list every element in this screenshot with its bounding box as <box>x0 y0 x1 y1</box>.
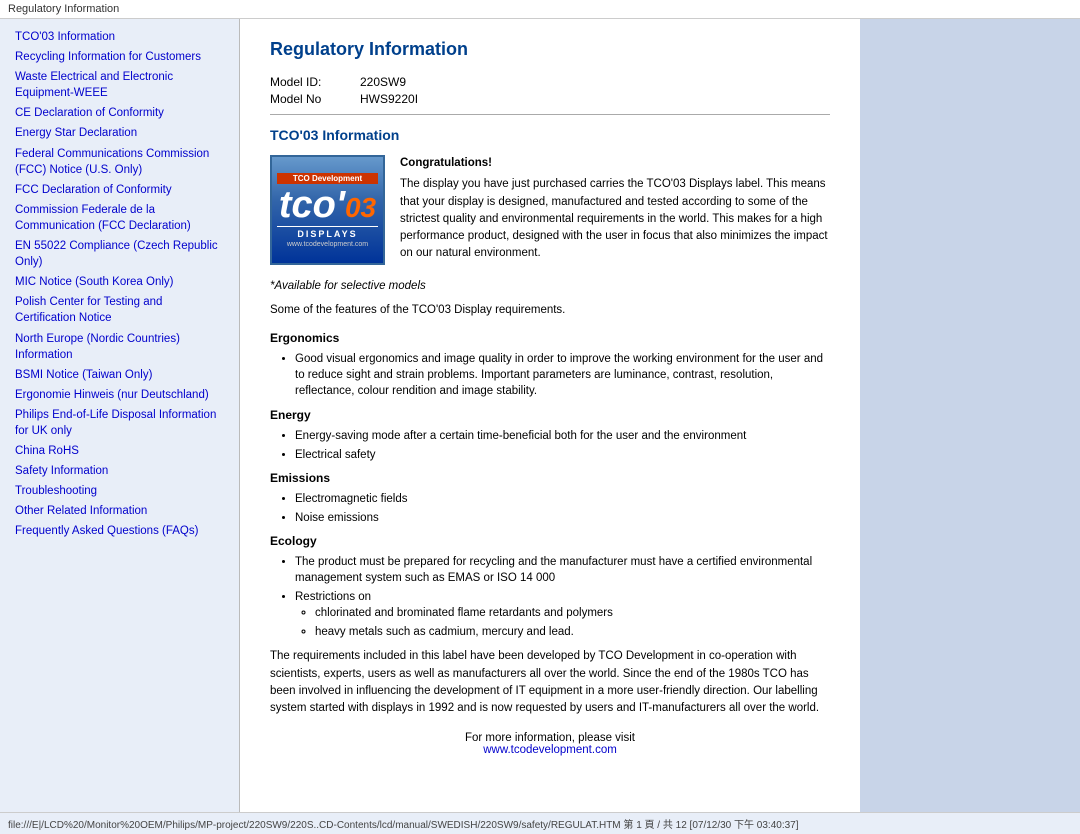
ergonomics-title: Ergonomics <box>270 331 830 345</box>
sidebar-item-bsmi[interactable]: BSMI Notice (Taiwan Only) <box>15 367 224 383</box>
sidebar-item-tco03[interactable]: TCO'03 Information <box>15 29 224 45</box>
footer-text: file:///E|/LCD%20/Monitor%20OEM/Philips/… <box>8 820 799 831</box>
title-bar: Regulatory Information <box>0 0 1080 19</box>
divider <box>270 114 830 115</box>
tco-logo: TCO Development tco' 03 DISPLAYS www.tco… <box>270 155 385 265</box>
model-info: Model ID: 220SW9 Model No HWS9220I <box>270 75 830 106</box>
content-area: Regulatory Information Model ID: 220SW9 … <box>240 19 860 819</box>
tco-logo-url: www.tcodevelopment.com <box>287 241 368 248</box>
tco-logo-displays: DISPLAYS <box>277 226 378 239</box>
energy-list: Energy-saving mode after a certain time-… <box>295 428 830 463</box>
ecology-sub-item-2: heavy metals such as cadmium, mercury an… <box>315 624 830 640</box>
available-note: *Available for selective models <box>270 280 830 292</box>
emissions-title: Emissions <box>270 471 830 485</box>
energy-title: Energy <box>270 408 830 422</box>
footer-bar: file:///E|/LCD%20/Monitor%20OEM/Philips/… <box>0 812 1080 834</box>
congratulations-text: The display you have just purchased carr… <box>400 176 830 262</box>
for-more-section: For more information, please visit www.t… <box>270 732 830 756</box>
sidebar-item-fcc[interactable]: Federal Communications Commission (FCC) … <box>15 146 224 178</box>
sidebar-item-en55022[interactable]: EN 55022 Compliance (Czech Republic Only… <box>15 238 224 270</box>
model-id-value: 220SW9 <box>360 75 406 89</box>
ecology-sub-item-1: chlorinated and brominated flame retarda… <box>315 605 830 621</box>
sidebar-item-ce[interactable]: CE Declaration of Conformity <box>15 105 224 121</box>
model-no-value: HWS9220I <box>360 92 418 106</box>
sidebar-item-fcc-declaration[interactable]: FCC Declaration of Conformity <box>15 182 224 198</box>
ecology-sub-list: chlorinated and brominated flame retarda… <box>315 605 830 640</box>
tco-logo-top: TCO Development <box>277 173 378 184</box>
for-more-label: For more information, please visit <box>270 732 830 744</box>
ecology-item-2-text: Restrictions on <box>295 591 371 603</box>
sidebar-item-safety[interactable]: Safety Information <box>15 463 224 479</box>
tco-logo-main: tco' <box>279 186 345 224</box>
sidebar-item-philips[interactable]: Philips End-of-Life Disposal Information… <box>15 407 224 439</box>
ecology-item-2: Restrictions on chlorinated and brominat… <box>295 589 830 640</box>
sidebar-item-faq[interactable]: Frequently Asked Questions (FAQs) <box>15 523 224 539</box>
tco-description: Congratulations! The display you have ju… <box>400 155 830 265</box>
sidebar-item-energy-star[interactable]: Energy Star Declaration <box>15 125 224 141</box>
energy-item-1: Energy-saving mode after a certain time-… <box>295 428 830 444</box>
tco-logo-year: 03 <box>345 192 376 224</box>
tco-dev-text: The requirements included in this label … <box>270 648 830 717</box>
sidebar-item-north-europe[interactable]: North Europe (Nordic Countries) Informat… <box>15 331 224 363</box>
sidebar-item-commission-fed[interactable]: Commission Federale de la Communication … <box>15 202 224 234</box>
tco-info-box: TCO Development tco' 03 DISPLAYS www.tco… <box>270 155 830 265</box>
page-title: Regulatory Information <box>270 39 830 60</box>
sidebar-item-ergonomie[interactable]: Ergonomie Hinweis (nur Deutschland) <box>15 387 224 403</box>
energy-item-2: Electrical safety <box>295 447 830 463</box>
title-bar-text: Regulatory Information <box>8 3 119 15</box>
congratulations-title: Congratulations! <box>400 155 830 172</box>
ergonomics-item-1: Good visual ergonomics and image quality… <box>295 351 830 399</box>
emissions-item-2: Noise emissions <box>295 510 830 526</box>
ecology-title: Ecology <box>270 534 830 548</box>
right-panel <box>860 19 1080 819</box>
sidebar-item-mic[interactable]: MIC Notice (South Korea Only) <box>15 274 224 290</box>
sidebar-item-polish[interactable]: Polish Center for Testing and Certificat… <box>15 294 224 326</box>
sidebar-item-recycling[interactable]: Recycling Information for Customers <box>15 49 224 65</box>
model-id-label: Model ID: <box>270 75 360 89</box>
model-no-label: Model No <box>270 92 360 106</box>
sidebar-item-china-rohs[interactable]: China RoHS <box>15 443 224 459</box>
ecology-item-1: The product must be prepared for recycli… <box>295 554 830 586</box>
emissions-item-1: Electromagnetic fields <box>295 491 830 507</box>
tco-dev-link[interactable]: www.tcodevelopment.com <box>270 744 830 756</box>
ecology-list: The product must be prepared for recycli… <box>295 554 830 640</box>
features-intro: Some of the features of the TCO'03 Displ… <box>270 302 830 319</box>
emissions-list: Electromagnetic fields Noise emissions <box>295 491 830 526</box>
sidebar-item-troubleshooting[interactable]: Troubleshooting <box>15 483 224 499</box>
tco-section-title: TCO'03 Information <box>270 127 830 143</box>
ergonomics-list: Good visual ergonomics and image quality… <box>295 351 830 399</box>
sidebar: TCO'03 Information Recycling Information … <box>0 19 240 819</box>
sidebar-item-weee[interactable]: Waste Electrical and Electronic Equipmen… <box>15 69 224 101</box>
sidebar-item-other[interactable]: Other Related Information <box>15 503 224 519</box>
